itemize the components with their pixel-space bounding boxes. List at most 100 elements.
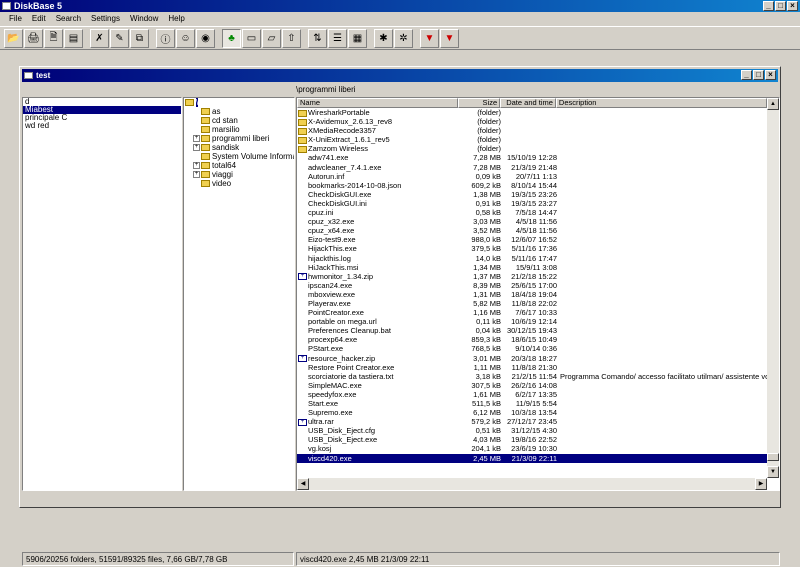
table-row[interactable]: vg.kosj 204,1 kB 23/6/19 10:30 bbox=[297, 444, 767, 453]
table-row[interactable]: XMediaRecode3357 (folder) bbox=[297, 126, 767, 135]
scroll-thumb[interactable] bbox=[767, 453, 779, 461]
table-row[interactable]: HijackThis.exe 379,5 kB 5/11/16 17:36 bbox=[297, 244, 767, 253]
column-description[interactable]: Description bbox=[555, 98, 767, 108]
table-row[interactable]: PStart.exe 768,5 kB 9/10/14 0:36 bbox=[297, 344, 767, 353]
tree-root[interactable]: \ bbox=[185, 98, 294, 107]
expand-icon[interactable]: + bbox=[193, 135, 200, 143]
table-row[interactable]: Supremo.exe 6,12 MB 10/3/18 13:54 bbox=[297, 408, 767, 417]
scan-disk-icon[interactable]: ▤ bbox=[64, 28, 83, 48]
table-row[interactable]: mboxview.exe 1,31 MB 18/4/18 19:04 bbox=[297, 290, 767, 299]
tree-item[interactable]: marsilio bbox=[185, 125, 294, 134]
table-row[interactable]: cpuz_x64.exe 3,52 MB 4/5/18 11:56 bbox=[297, 226, 767, 235]
table-row[interactable]: Eizo-test9.exe 988,0 kB 12/6/07 16:52 bbox=[297, 235, 767, 244]
tree-item[interactable]: as bbox=[185, 107, 294, 116]
table-row[interactable]: CheckDiskGUI.exe 1,38 MB 19/3/15 23:26 bbox=[297, 190, 767, 199]
tree-item[interactable]: + programmi liberi bbox=[185, 134, 294, 143]
column-size[interactable]: Size bbox=[458, 98, 501, 108]
folder-icon[interactable]: ▭ bbox=[242, 28, 261, 48]
table-row[interactable]: portable on mega.url 0,11 kB 10/6/19 12:14 bbox=[297, 317, 767, 326]
table-row[interactable]: PointCreator.exe 1,16 MB 7/6/17 10:33 bbox=[297, 308, 767, 317]
scroll-right-button[interactable]: ▶ bbox=[755, 478, 767, 490]
folder-open-icon[interactable]: ▱ bbox=[262, 28, 281, 48]
menu-window[interactable]: Window bbox=[125, 12, 163, 25]
menu-edit[interactable]: Edit bbox=[27, 12, 51, 25]
file-list[interactable]: Name Size Date and time Description Wire… bbox=[296, 97, 780, 491]
open-folder-icon[interactable]: 📂 bbox=[4, 28, 23, 48]
table-row[interactable]: bookmarks-2014-10-08.json 609,2 kB 8/10/14… bbox=[297, 181, 767, 190]
doc-close-button[interactable]: × bbox=[765, 70, 776, 80]
file-list-hscrollbar[interactable]: ◀ ▶ bbox=[297, 478, 767, 490]
table-row[interactable]: Autorun.inf 0,09 kB 20/7/11 1:13 bbox=[297, 172, 767, 181]
export-icon[interactable]: ▼ bbox=[420, 28, 439, 48]
table-row[interactable]: CheckDiskGUI.ini 0,91 kB 19/3/15 23:27 bbox=[297, 199, 767, 208]
drive-list[interactable]: d Miabest principale C wd red bbox=[22, 97, 182, 491]
folder-tree[interactable]: \ as cd stan marsilio + programmi liberi + san… bbox=[183, 97, 295, 491]
info-icon[interactable]: ⓘ bbox=[156, 28, 175, 48]
menu-search[interactable]: Search bbox=[51, 12, 86, 25]
drive-item-wd-red[interactable]: wd red bbox=[23, 122, 181, 130]
details-view-icon[interactable]: ▦ bbox=[348, 28, 367, 48]
table-row[interactable]: scorciatorie da tastiera.txt 3,18 kB 21/2/… bbox=[297, 372, 767, 381]
table-row[interactable]: ipscan24.exe 8,39 MB 25/6/15 17:00 bbox=[297, 281, 767, 290]
close-button[interactable]: × bbox=[787, 1, 798, 11]
user-icon[interactable]: ☺ bbox=[176, 28, 195, 48]
search-icon[interactable]: ✱ bbox=[374, 28, 393, 48]
tree-icon[interactable]: ♣ bbox=[222, 28, 241, 48]
delete-disk-icon[interactable]: ✗ bbox=[90, 28, 109, 48]
table-row[interactable]: adw741.exe 7,28 MB 15/10/19 12:28 bbox=[297, 153, 767, 162]
table-row[interactable]: Restore Point Creator.exe 1,11 MB 11/8/18 … bbox=[297, 363, 767, 372]
expand-icon[interactable]: + bbox=[193, 171, 200, 179]
table-row[interactable]: WiresharkPortable (folder) bbox=[297, 108, 767, 117]
table-row[interactable]: procexp64.exe 859,3 kB 18/6/15 10:49 bbox=[297, 335, 767, 344]
table-row[interactable]: adwcleaner_7.4.1.exe 7,28 MB 21/3/19 21:48 bbox=[297, 163, 767, 172]
folder-up-icon[interactable]: ⇧ bbox=[282, 28, 301, 48]
minimize-button[interactable]: _ bbox=[763, 1, 774, 11]
tree-item[interactable]: cd stan bbox=[185, 116, 294, 125]
tree-item[interactable]: + sandisk bbox=[185, 143, 294, 152]
table-row[interactable]: X-UniExtract_1.6.1_rev5 (folder) bbox=[297, 135, 767, 144]
table-row[interactable]: hijackthis.log 14,0 kB 5/11/16 17:47 bbox=[297, 254, 767, 263]
menu-help[interactable]: Help bbox=[163, 12, 189, 25]
menu-settings[interactable]: Settings bbox=[86, 12, 125, 25]
column-name[interactable]: Name bbox=[297, 98, 459, 108]
table-row[interactable]: Start.exe 511,5 kB 11/9/15 5:54 bbox=[297, 399, 767, 408]
table-row[interactable]: cpuz.ini 0,58 kB 7/5/18 14:47 bbox=[297, 208, 767, 217]
maximize-button[interactable]: □ bbox=[775, 1, 786, 11]
doc-minimize-button[interactable]: _ bbox=[741, 70, 752, 80]
table-row[interactable]: + resource_hacker.zip 3,01 MB 20/3/18 18:27 bbox=[297, 354, 767, 363]
search-advanced-icon[interactable]: ✲ bbox=[394, 28, 413, 48]
scroll-left-button[interactable]: ◀ bbox=[297, 478, 309, 490]
table-row[interactable]: + ultra.rar 579,2 kB 27/12/17 23:45 bbox=[297, 417, 767, 426]
scroll-down-button[interactable]: ▼ bbox=[767, 466, 779, 478]
table-row[interactable]: Zamzom Wireless (folder) bbox=[297, 144, 767, 153]
tree-item[interactable]: + total64 bbox=[185, 161, 294, 170]
table-row[interactable]: speedyfox.exe 1,61 MB 6/2/17 13:35 bbox=[297, 390, 767, 399]
expand-icon[interactable]: + bbox=[193, 144, 200, 152]
sort-icon[interactable]: ⇅ bbox=[308, 28, 327, 48]
column-date[interactable]: Date and time bbox=[500, 98, 556, 108]
table-row[interactable]: + hwmonitor_1.34.zip 1,37 MB 21/2/18 15:22 bbox=[297, 272, 767, 281]
disk-icon[interactable]: ◉ bbox=[196, 28, 215, 48]
export-all-icon[interactable]: ▼ bbox=[440, 28, 459, 48]
list-view-icon[interactable]: ☰ bbox=[328, 28, 347, 48]
table-row[interactable]: SimpleMAC.exe 307,5 kB 26/2/16 14:08 bbox=[297, 381, 767, 390]
tree-item[interactable]: + viaggi bbox=[185, 170, 294, 179]
doc-maximize-button[interactable]: □ bbox=[753, 70, 764, 80]
table-row[interactable]: Preferences Cleanup.bat 0,04 kB 30/12/15 1… bbox=[297, 326, 767, 335]
table-row[interactable]: viscd420.exe 2,45 MB 21/3/09 22:11 bbox=[297, 453, 767, 463]
table-row[interactable]: Playerav.exe 5,82 MB 11/8/18 22:02 bbox=[297, 299, 767, 308]
table-row[interactable]: USB_Disk_Eject.exe 4,03 MB 19/8/16 22:52 bbox=[297, 435, 767, 444]
file-list-vscrollbar[interactable]: ▲ ▼ bbox=[767, 98, 779, 478]
print-icon[interactable]: 🖨 bbox=[24, 28, 43, 48]
print-preview-icon[interactable]: 🗎 bbox=[44, 28, 63, 48]
tree-item[interactable]: System Volume Information bbox=[185, 152, 294, 161]
table-row[interactable]: HiJackThis.msi 1,34 MB 15/9/11 3:08 bbox=[297, 263, 767, 272]
table-row[interactable]: X-Avidemux_2.6.13_rev8 (folder) bbox=[297, 117, 767, 126]
copy-icon[interactable]: ⧉ bbox=[130, 28, 149, 48]
table-row[interactable]: cpuz_x32.exe 3,03 MB 4/5/18 11:56 bbox=[297, 217, 767, 226]
tree-item[interactable]: video bbox=[185, 179, 294, 188]
scroll-up-button[interactable]: ▲ bbox=[767, 98, 779, 110]
table-row[interactable]: USB_Disk_Eject.cfg 0,51 kB 31/12/15 4:30 bbox=[297, 426, 767, 435]
rename-disk-icon[interactable]: ✎ bbox=[110, 28, 129, 48]
menu-file[interactable]: File bbox=[4, 12, 27, 25]
